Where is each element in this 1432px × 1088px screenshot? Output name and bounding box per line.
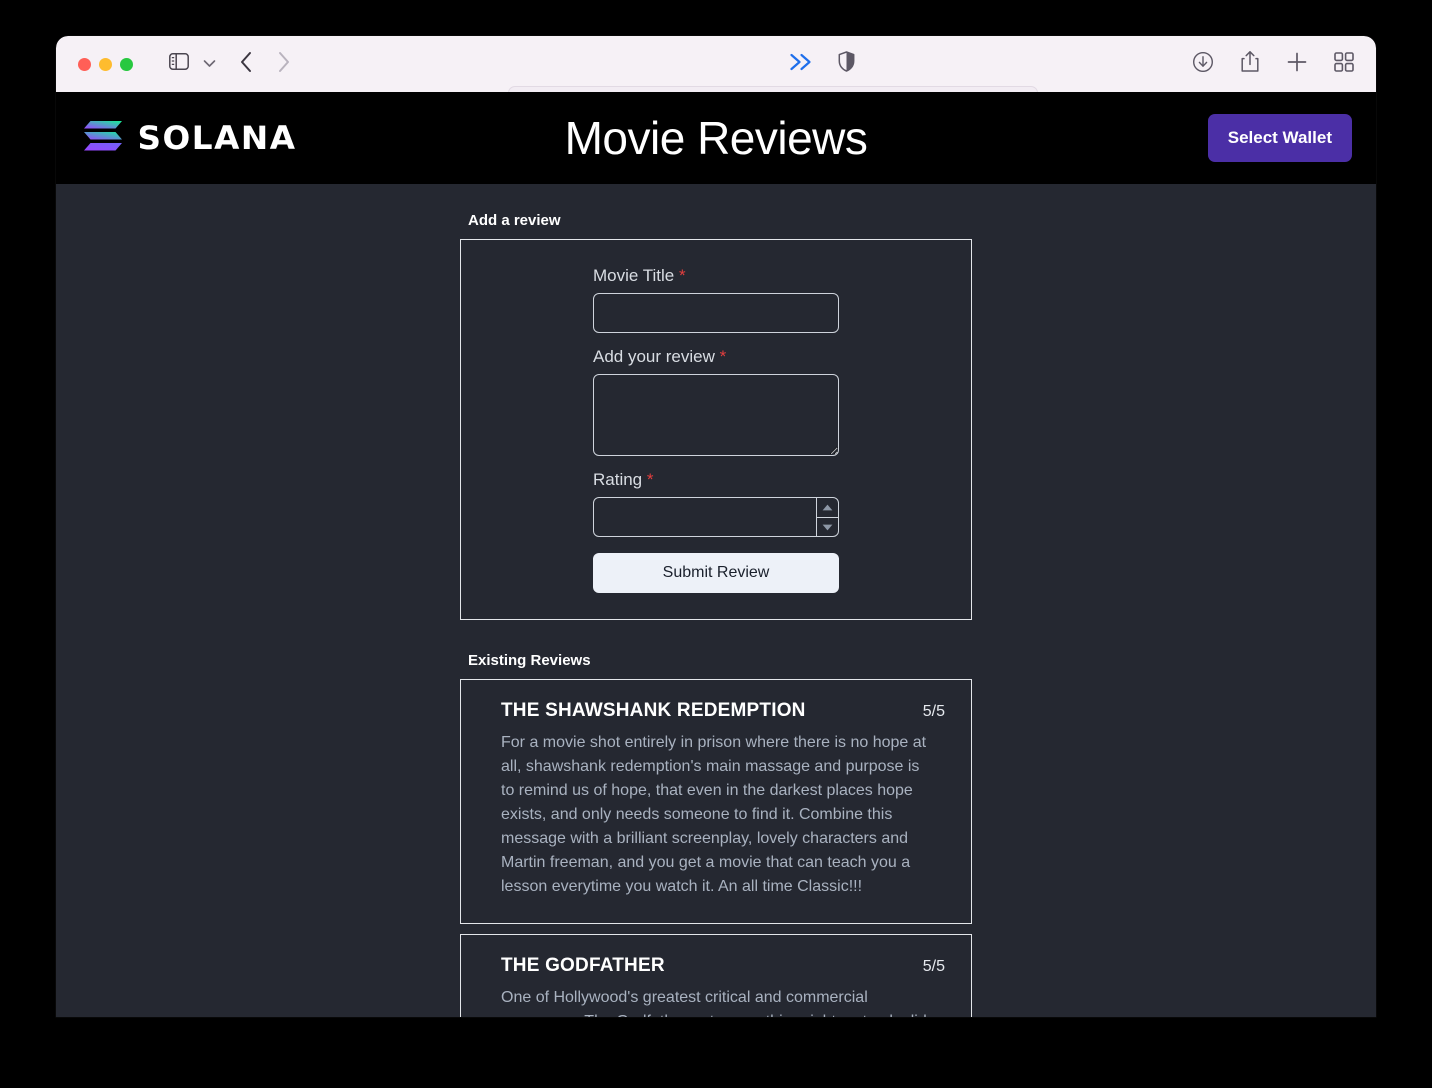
browser-window: localhost — [56, 36, 1376, 1017]
forward-button[interactable] — [277, 51, 290, 78]
chevron-down-icon — [203, 55, 216, 73]
review-card: THE GODFATHER 5/5 One of Hollywood's gre… — [460, 934, 972, 1017]
required-asterisk: * — [679, 266, 686, 285]
sidebar-options-button[interactable] — [203, 55, 216, 73]
shield-icon — [838, 51, 855, 77]
review-body: For a movie shot entirely in prison wher… — [501, 731, 933, 899]
movie-title-label-text: Movie Title — [593, 266, 674, 285]
sidebar-icon — [169, 53, 189, 75]
movie-title-label: Movie Title * — [593, 266, 839, 286]
rating-label-text: Rating — [593, 470, 642, 489]
web-page: SOLANA Movie Reviews Select Wallet Add a… — [56, 92, 1376, 1017]
toolbar-right-group — [1192, 50, 1354, 78]
forward-arrow-icon — [277, 51, 290, 78]
required-asterisk: * — [720, 347, 727, 366]
review-rating: 5/5 — [923, 703, 945, 721]
review-text-label: Add your review * — [593, 347, 839, 367]
rating-spinner — [816, 498, 838, 536]
back-button[interactable] — [240, 51, 253, 78]
toolbar-center-group — [790, 51, 855, 77]
traffic-lights — [78, 58, 133, 71]
review-text-input[interactable] — [593, 374, 839, 456]
close-window-button[interactable] — [78, 58, 91, 71]
rating-stepper — [593, 497, 839, 537]
select-wallet-button[interactable]: Select Wallet — [1208, 114, 1352, 162]
minimize-window-button[interactable] — [99, 58, 112, 71]
share-icon — [1240, 60, 1260, 77]
add-review-form: Movie Title * Add your review * Rati — [593, 266, 839, 593]
fast-forward-button[interactable] — [790, 53, 814, 76]
add-review-heading: Add a review — [460, 212, 972, 229]
rating-input[interactable] — [593, 497, 839, 537]
rating-decrement-button[interactable] — [817, 518, 838, 537]
review-card: THE SHAWSHANK REDEMPTION 5/5 For a movie… — [460, 679, 972, 924]
solana-logo-icon — [82, 119, 124, 158]
review-header: THE SHAWSHANK REDEMPTION 5/5 — [501, 700, 945, 722]
review-rating: 5/5 — [923, 958, 945, 976]
brand-logo[interactable]: SOLANA — [82, 119, 295, 158]
share-button[interactable] — [1240, 50, 1260, 78]
rating-label: Rating * — [593, 470, 839, 490]
rating-increment-button[interactable] — [817, 498, 838, 518]
privacy-shield-button[interactable] — [838, 51, 855, 77]
add-review-card: Movie Title * Add your review * Rati — [460, 239, 972, 620]
browser-toolbar: localhost — [56, 36, 1376, 92]
site-header: SOLANA Movie Reviews Select Wallet — [56, 92, 1376, 184]
review-header: THE GODFATHER 5/5 — [501, 955, 945, 977]
review-text-label-text: Add your review — [593, 347, 715, 366]
tab-overview-icon — [1334, 59, 1354, 76]
caret-up-icon — [822, 498, 833, 516]
existing-reviews-heading: Existing Reviews — [460, 652, 972, 669]
review-body: One of Hollywood's greatest critical and… — [501, 986, 933, 1017]
tab-overview-button[interactable] — [1334, 52, 1354, 77]
caret-down-icon — [822, 518, 833, 536]
spacer — [593, 333, 839, 347]
brand-name: SOLANA — [137, 119, 296, 157]
back-arrow-icon — [240, 51, 253, 78]
spacer — [593, 456, 839, 470]
review-title: THE GODFATHER — [501, 955, 665, 977]
fast-forward-icon — [790, 53, 814, 76]
review-title: THE SHAWSHANK REDEMPTION — [501, 700, 806, 722]
page-content: Add a review Movie Title * Add your revi… — [56, 184, 1376, 1017]
downloads-icon — [1192, 60, 1214, 77]
downloads-button[interactable] — [1192, 51, 1214, 78]
content-column: Add a review Movie Title * Add your revi… — [460, 184, 972, 1017]
maximize-window-button[interactable] — [120, 58, 133, 71]
movie-title-input[interactable] — [593, 293, 839, 333]
submit-review-button[interactable]: Submit Review — [593, 553, 839, 593]
sidebar-toggle-button[interactable] — [169, 53, 189, 75]
new-tab-button[interactable] — [1286, 51, 1308, 78]
required-asterisk: * — [647, 470, 654, 489]
plus-icon — [1286, 60, 1308, 77]
